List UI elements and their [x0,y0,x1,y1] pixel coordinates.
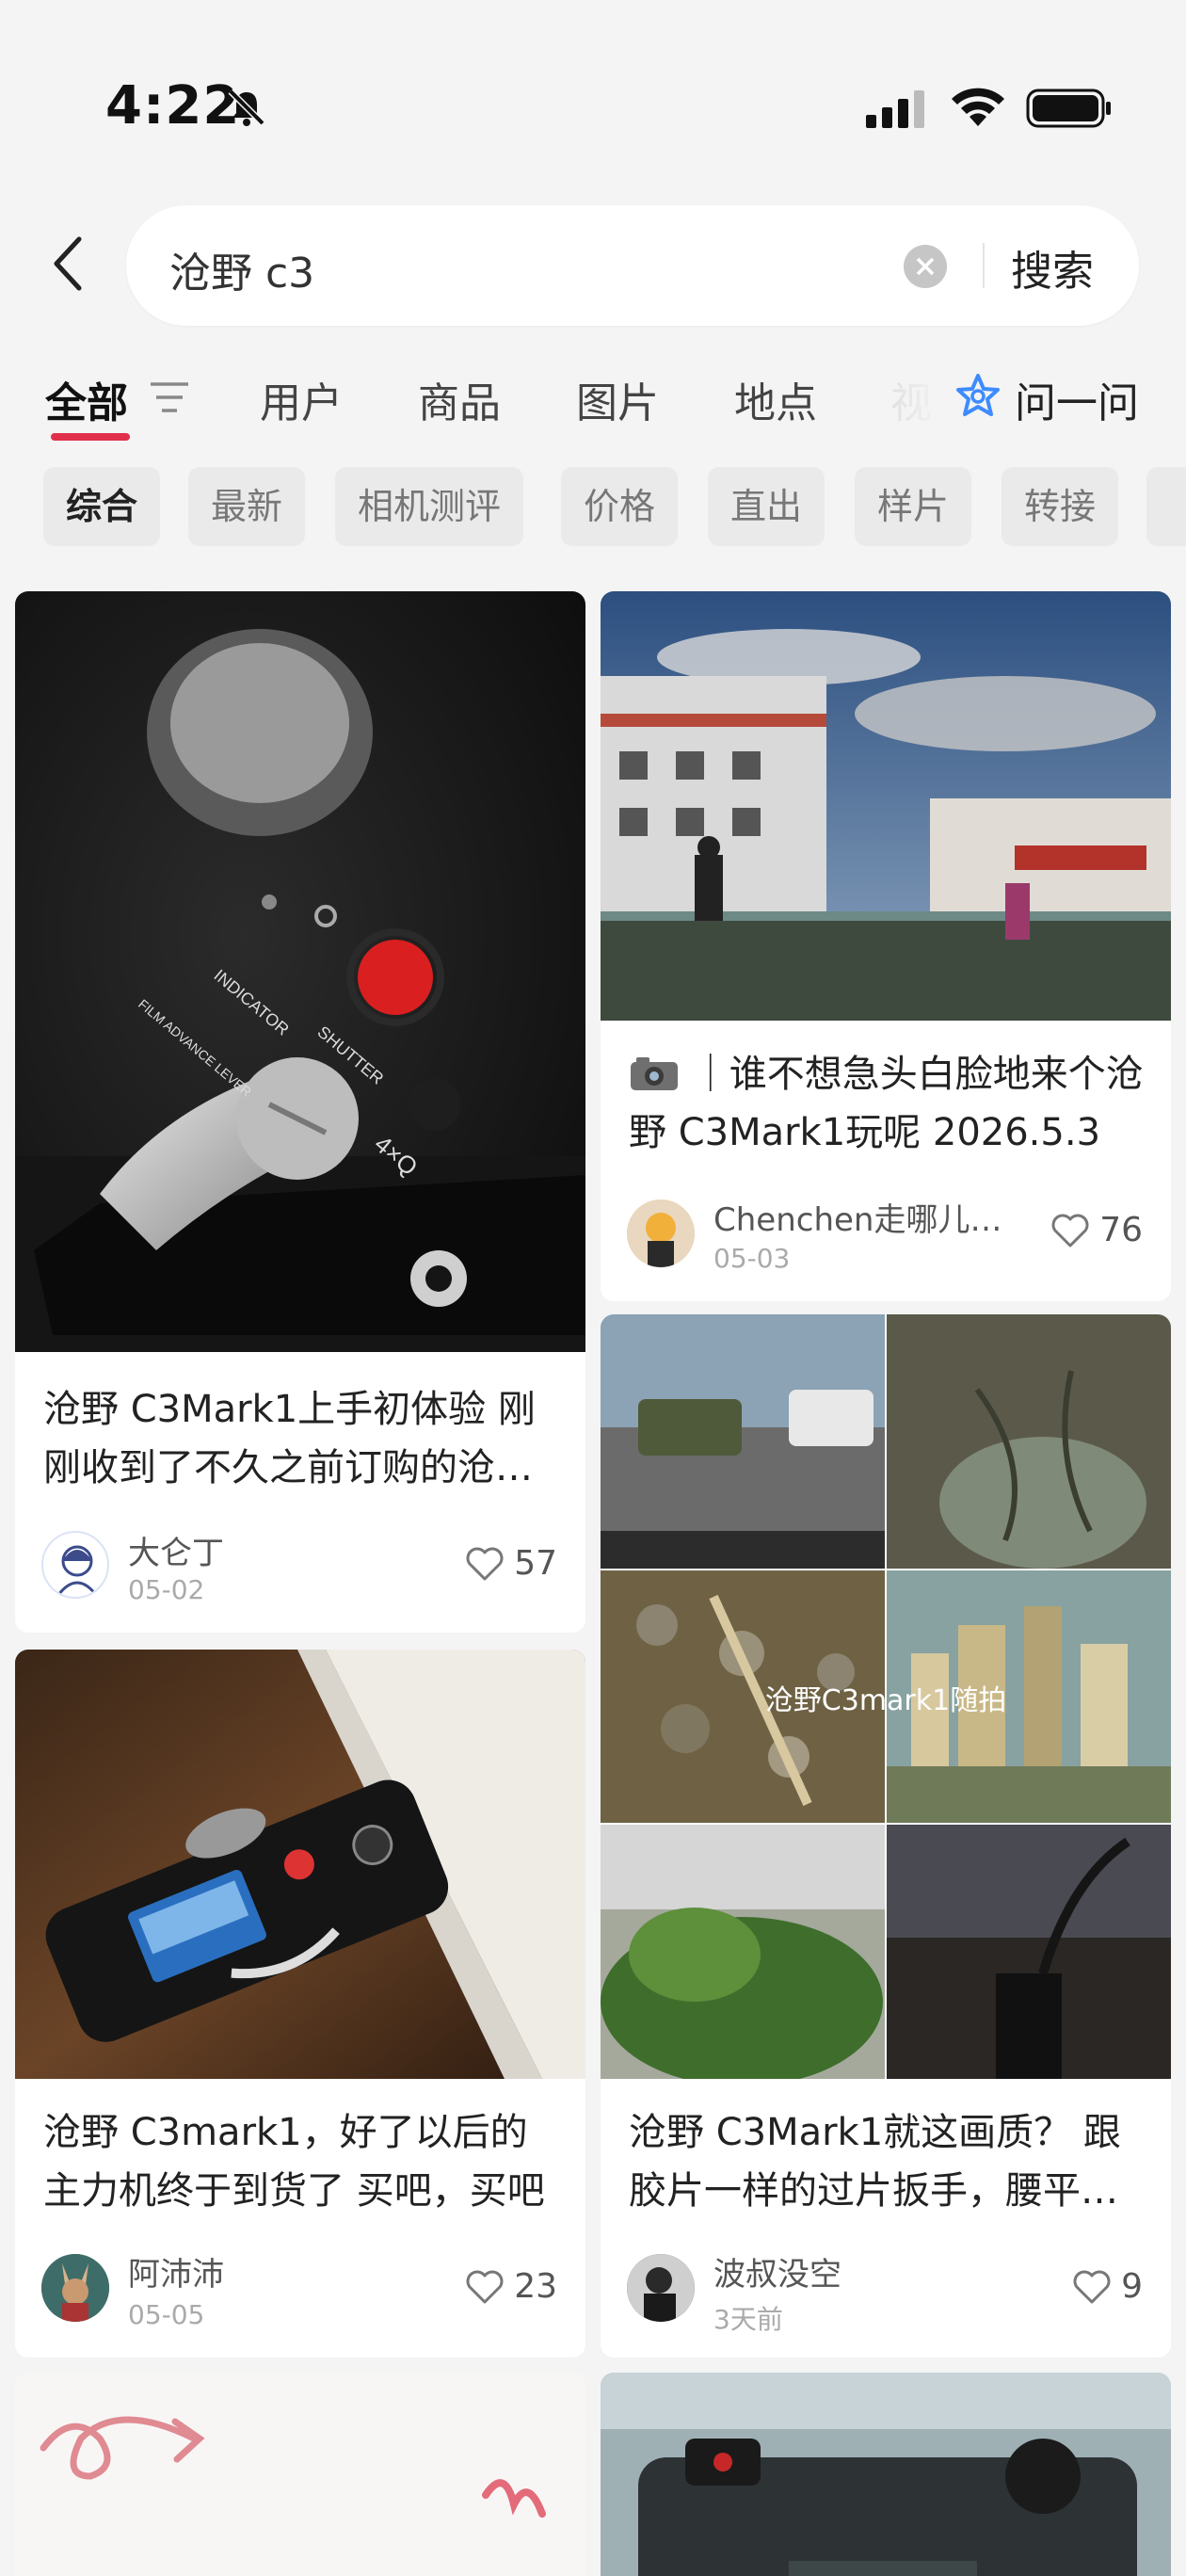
chip-camera-review[interactable]: 相机测评 [335,467,524,546]
collage-caption: 沧野C3mark1随拍 [765,1684,1006,1717]
post-title: ｜谁不想急头白脸地来个沧野 C3Mark1玩呢 2026.5.3 [629,1045,1148,1162]
ai-star-icon [956,374,1000,416]
post-image-camera-closeup: INDICATOR SHUTTER FILM ADVANCE LEVER 4×Q [15,591,585,1352]
tab-products[interactable]: 商品 [418,369,501,429]
post-date: 05-05 [128,2299,205,2330]
author-name[interactable]: 大仑丁 [128,1527,224,1573]
post-date: 3天前 [713,2304,783,2335]
search-category-tabs: 全部 用户 商品 图片 地点 视 问一问 [0,358,1186,452]
author-avatar[interactable] [41,1531,109,1599]
filter-icon[interactable] [149,378,190,416]
heart-icon [466,2270,504,2304]
tab-all[interactable]: 全部 [45,369,128,429]
post-card[interactable]: 沧野C3mark1随拍 沧野 C3Mark1就这画质？ 跟胶片一样的过片扳手，腰… [601,1314,1171,2358]
camera-emoji-icon [631,1057,678,1090]
like-count[interactable]: 57 [466,1544,557,1583]
search-button[interactable]: 搜索 [1011,237,1094,298]
post-card[interactable] [601,2373,1171,2576]
status-time: 4:22 [105,75,241,137]
filter-chips: 综合 最新 相机测评 价格 直出 样片 转接 [0,467,1186,552]
post-card[interactable]: 沧野 C3mark1，好了以后的主力机终于到货了 买吧，买吧 阿沛沛 05-05… [15,1650,585,2358]
like-count-value: 76 [1099,1211,1143,1249]
post-image-street-scene [601,591,1171,1021]
tab-users[interactable]: 用户 [260,369,343,429]
post-date: 05-03 [713,1243,791,1274]
heart-icon [1051,1214,1089,1248]
like-count[interactable]: 76 [1051,1211,1143,1249]
back-arrow-icon[interactable] [45,233,92,294]
post-image-camera-top [601,2373,1171,2576]
author-avatar[interactable] [627,1199,695,1267]
search-bar[interactable]: 沧野 c3 搜索 [126,205,1139,326]
chip-price[interactable]: 价格 [561,467,679,546]
chip-sooc[interactable]: 直出 [708,467,825,546]
heart-icon [466,1547,504,1581]
author-name[interactable]: 波叔没空 [713,2248,841,2294]
like-count-value: 57 [514,1544,557,1583]
chip-adapter[interactable]: 转接 [1002,467,1119,546]
search-divider [983,243,985,288]
tab-places[interactable]: 地点 [734,369,817,429]
status-bar: 4:22 [0,0,1186,188]
wifi-icon [952,88,1004,126]
ask-button-label: 问一问 [1015,379,1139,427]
clear-search-icon[interactable] [904,245,947,288]
chip-samples[interactable]: 样片 [855,467,972,546]
heart-icon [1073,2270,1111,2304]
author-name[interactable]: Chenchen走哪儿拍哪儿 [713,1194,1024,1240]
post-image-doodle [15,2373,585,2576]
like-count[interactable]: 9 [1073,2267,1143,2306]
battery-icon [1026,89,1111,128]
author-avatar[interactable] [627,2254,695,2322]
mute-bell-icon [228,89,265,126]
ask-button[interactable]: 问一问 [954,369,1139,427]
chip-comprehensive[interactable]: 综合 [43,467,161,546]
post-title: 沧野 C3mark1，好了以后的主力机终于到货了 买吧，买吧 [43,2111,545,2213]
post-image-camera-on-wood [15,1650,585,2079]
like-count-value: 9 [1121,2267,1143,2306]
author-avatar[interactable] [41,2254,109,2322]
post-title: 沧野 C3Mark1就这画质？ 跟胶片一样的过片扳手，腰平取景 [629,2111,1121,2213]
post-image-photo-collage: 沧野C3mark1随拍 [601,1314,1171,2079]
like-count[interactable]: 23 [466,2267,557,2306]
post-title: 沧野 C3Mark1上手初体验 刚刚收到了不久之前订购的沧野C3Mark1 [43,1388,536,1489]
author-name[interactable]: 阿沛沛 [128,2248,224,2294]
post-card[interactable]: ｜谁不想急头白脸地来个沧野 C3Mark1玩呢 2026.5.3 Chenche… [601,591,1171,1301]
tab-images[interactable]: 图片 [576,369,659,429]
post-date: 05-02 [128,1574,205,1605]
post-card[interactable]: INDICATOR SHUTTER FILM ADVANCE LEVER 4×Q… [15,591,585,1633]
cellular-signal-icon [866,90,924,128]
post-title-text: ｜谁不想急头白脸地来个沧野 C3Mark1玩呢 2026.5.3 [629,1053,1144,1154]
tab-fade [828,358,960,443]
post-card[interactable] [15,2373,585,2576]
chip-more[interactable] [1146,467,1186,546]
chip-latest[interactable]: 最新 [188,467,306,546]
active-tab-indicator [51,433,130,441]
like-count-value: 23 [514,2267,557,2306]
search-input[interactable]: 沧野 c3 [169,239,314,299]
